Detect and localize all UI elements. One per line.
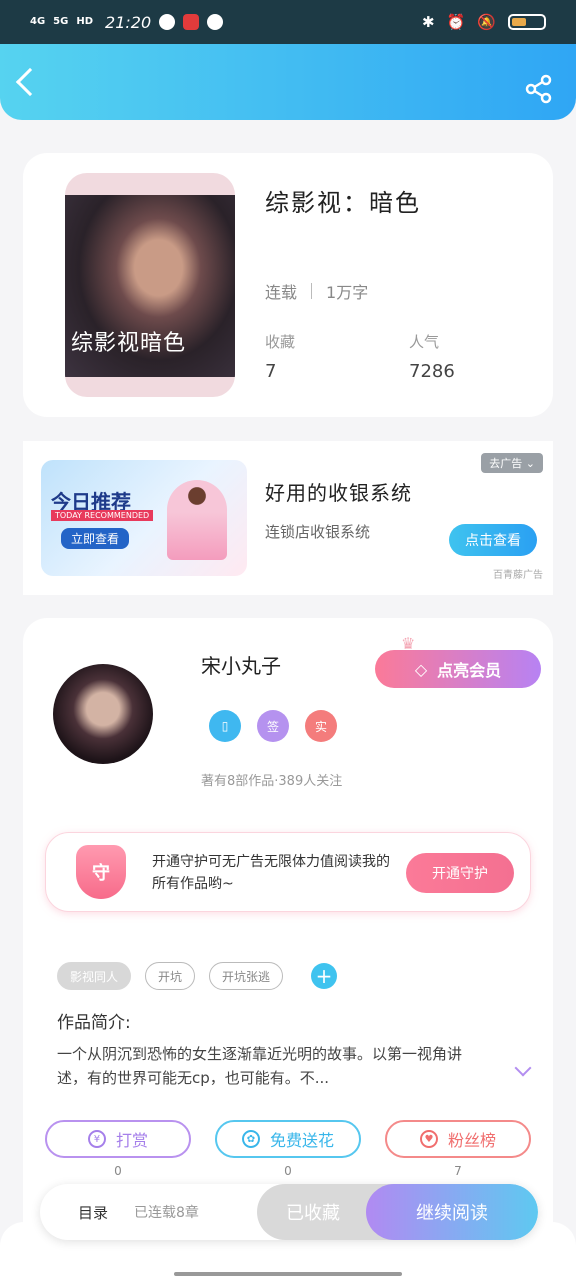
tag-item[interactable]: 开坑张逃 bbox=[209, 962, 284, 990]
bluetooth-icon: ✱ bbox=[422, 13, 435, 31]
popularity-label: 人气 bbox=[409, 333, 440, 351]
ad-card[interactable]: 今日推荐 TODAY RECOMMENDED 立即查看 好用的收银系统 连锁店收… bbox=[23, 441, 553, 595]
author-avatar[interactable] bbox=[53, 664, 153, 764]
author-stats: 著有8部作品·389人关注 bbox=[201, 774, 343, 789]
fans-rank-button[interactable]: ♥ 粉丝榜 bbox=[385, 1120, 531, 1158]
tag-list: 影视同人 开坑 开坑张逃 + bbox=[57, 962, 338, 990]
book-meta: 连载 1万字 bbox=[265, 279, 368, 303]
book-word-count: 1万字 bbox=[326, 283, 369, 302]
action-buttons: ¥ 打赏 ✿ 免费送花 ♥ 粉丝榜 bbox=[45, 1120, 531, 1158]
phone-badge-icon: ▯ bbox=[209, 710, 241, 742]
fans-count: 7 bbox=[454, 1164, 462, 1178]
signed-badge: 签 bbox=[257, 710, 289, 742]
hd-indicator: HD bbox=[76, 16, 94, 27]
continue-reading-button[interactable]: 继续阅读 bbox=[366, 1184, 538, 1240]
ad-subtitle: 连锁店收银系统 bbox=[265, 523, 371, 541]
favorites-label: 收藏 bbox=[265, 333, 296, 351]
back-icon[interactable] bbox=[15, 67, 45, 97]
intro-heading: 作品简介: bbox=[57, 1013, 131, 1033]
add-tag-icon[interactable]: + bbox=[311, 963, 338, 989]
app-notification-icon bbox=[183, 14, 200, 30]
signal-4g: 4G bbox=[30, 16, 46, 27]
ad-view-button[interactable]: 点击查看 bbox=[449, 524, 537, 556]
reward-label: 打赏 bbox=[115, 1131, 148, 1150]
intro-body: 一个从阴沉到恐怖的女生逐渐靠近光明的故事。以第一视角讲述，有的世界可能无cp，也… bbox=[57, 1045, 463, 1087]
wechat-icon bbox=[159, 14, 176, 30]
shield-icon: 守 bbox=[76, 845, 126, 899]
ad-banner-en: TODAY RECOMMENDED bbox=[51, 510, 154, 521]
ad-figure-image bbox=[167, 480, 227, 560]
author-name[interactable]: 宋小丸子 bbox=[201, 650, 281, 679]
status-time: 21:20 bbox=[105, 12, 152, 32]
book-cover[interactable]: 综影视暗色 bbox=[65, 173, 235, 397]
battery-icon bbox=[508, 14, 546, 30]
vip-button-label: 点亮会员 bbox=[437, 661, 502, 680]
ad-banner[interactable]: 今日推荐 TODAY RECOMMENDED 立即查看 bbox=[41, 460, 247, 576]
author-badges: ▯ 签 实 bbox=[209, 710, 337, 742]
share-icon[interactable] bbox=[524, 74, 554, 104]
alarm-icon: ⏰ bbox=[446, 13, 466, 31]
book-info-card: 综影视暗色 综影视：暗色 连载 1万字 收藏 7 人气 7286 bbox=[23, 153, 553, 417]
guard-text: 开通守护可无广告无限体力值阅读我的所有作品哟~ bbox=[152, 854, 390, 892]
action-counts: 0 0 7 bbox=[45, 1164, 531, 1178]
favorited-label: 已收藏 bbox=[286, 1203, 340, 1224]
vip-button[interactable]: ◇ 点亮会员 bbox=[375, 650, 541, 688]
mute-icon: 🔕 bbox=[477, 13, 496, 31]
remove-ad-button[interactable]: 去广告 ⌄ bbox=[481, 453, 543, 473]
user-heart-icon: ♥ bbox=[419, 1130, 438, 1148]
verified-badge: 实 bbox=[305, 710, 337, 742]
fans-rank-label: 粉丝榜 bbox=[447, 1131, 496, 1150]
top-header bbox=[0, 44, 576, 120]
chapter-count[interactable]: 已连载8章 bbox=[134, 1202, 199, 1222]
flower-count: 0 bbox=[284, 1164, 292, 1178]
reward-button[interactable]: ¥ 打赏 bbox=[45, 1120, 191, 1158]
status-bar: 4G 5G HD 21:20 ✱ ⏰ 🔕 bbox=[0, 0, 576, 44]
tag-item[interactable]: 影视同人 bbox=[57, 962, 132, 990]
book-title: 综影视：暗色 bbox=[265, 189, 421, 217]
home-indicator[interactable] bbox=[174, 1272, 402, 1276]
remove-ad-label: 去广告 bbox=[489, 457, 523, 470]
popularity-value: 7286 bbox=[409, 361, 455, 382]
reward-count: 0 bbox=[114, 1164, 122, 1178]
table-of-contents-button[interactable]: 目录 bbox=[78, 1202, 108, 1223]
diamond-icon: ◇ bbox=[414, 659, 428, 679]
author-card: 宋小丸子 ♛ ◇ 点亮会员 ▯ 签 实 著有8部作品·389人关注 守 开通守护… bbox=[23, 618, 553, 1280]
flower-icon: ✿ bbox=[241, 1130, 260, 1148]
favorites-value: 7 bbox=[265, 361, 277, 382]
expand-chevron-icon[interactable] bbox=[514, 1059, 532, 1077]
ad-banner-button: 立即查看 bbox=[61, 528, 130, 549]
bottom-action-bar: 目录 已连载8章 已收藏 继续阅读 bbox=[40, 1184, 538, 1240]
message-icon bbox=[207, 14, 224, 30]
cover-title-text: 综影视暗色 bbox=[71, 331, 187, 356]
ad-title: 好用的收银系统 bbox=[265, 481, 412, 505]
open-guard-button[interactable]: 开通守护 bbox=[406, 853, 514, 893]
send-flower-label: 免费送花 bbox=[269, 1131, 334, 1150]
book-status: 连载 bbox=[265, 283, 298, 302]
guard-banner: 守 开通守护可无广告无限体力值阅读我的所有作品哟~ 开通守护 bbox=[45, 832, 531, 912]
signal-5g: 5G bbox=[53, 16, 69, 27]
meta-divider bbox=[311, 283, 313, 299]
ad-source: 百青藤广告 bbox=[493, 570, 543, 581]
yen-icon: ¥ bbox=[87, 1130, 106, 1148]
send-flower-button[interactable]: ✿ 免费送花 bbox=[215, 1120, 361, 1158]
tag-item[interactable]: 开坑 bbox=[145, 962, 196, 990]
